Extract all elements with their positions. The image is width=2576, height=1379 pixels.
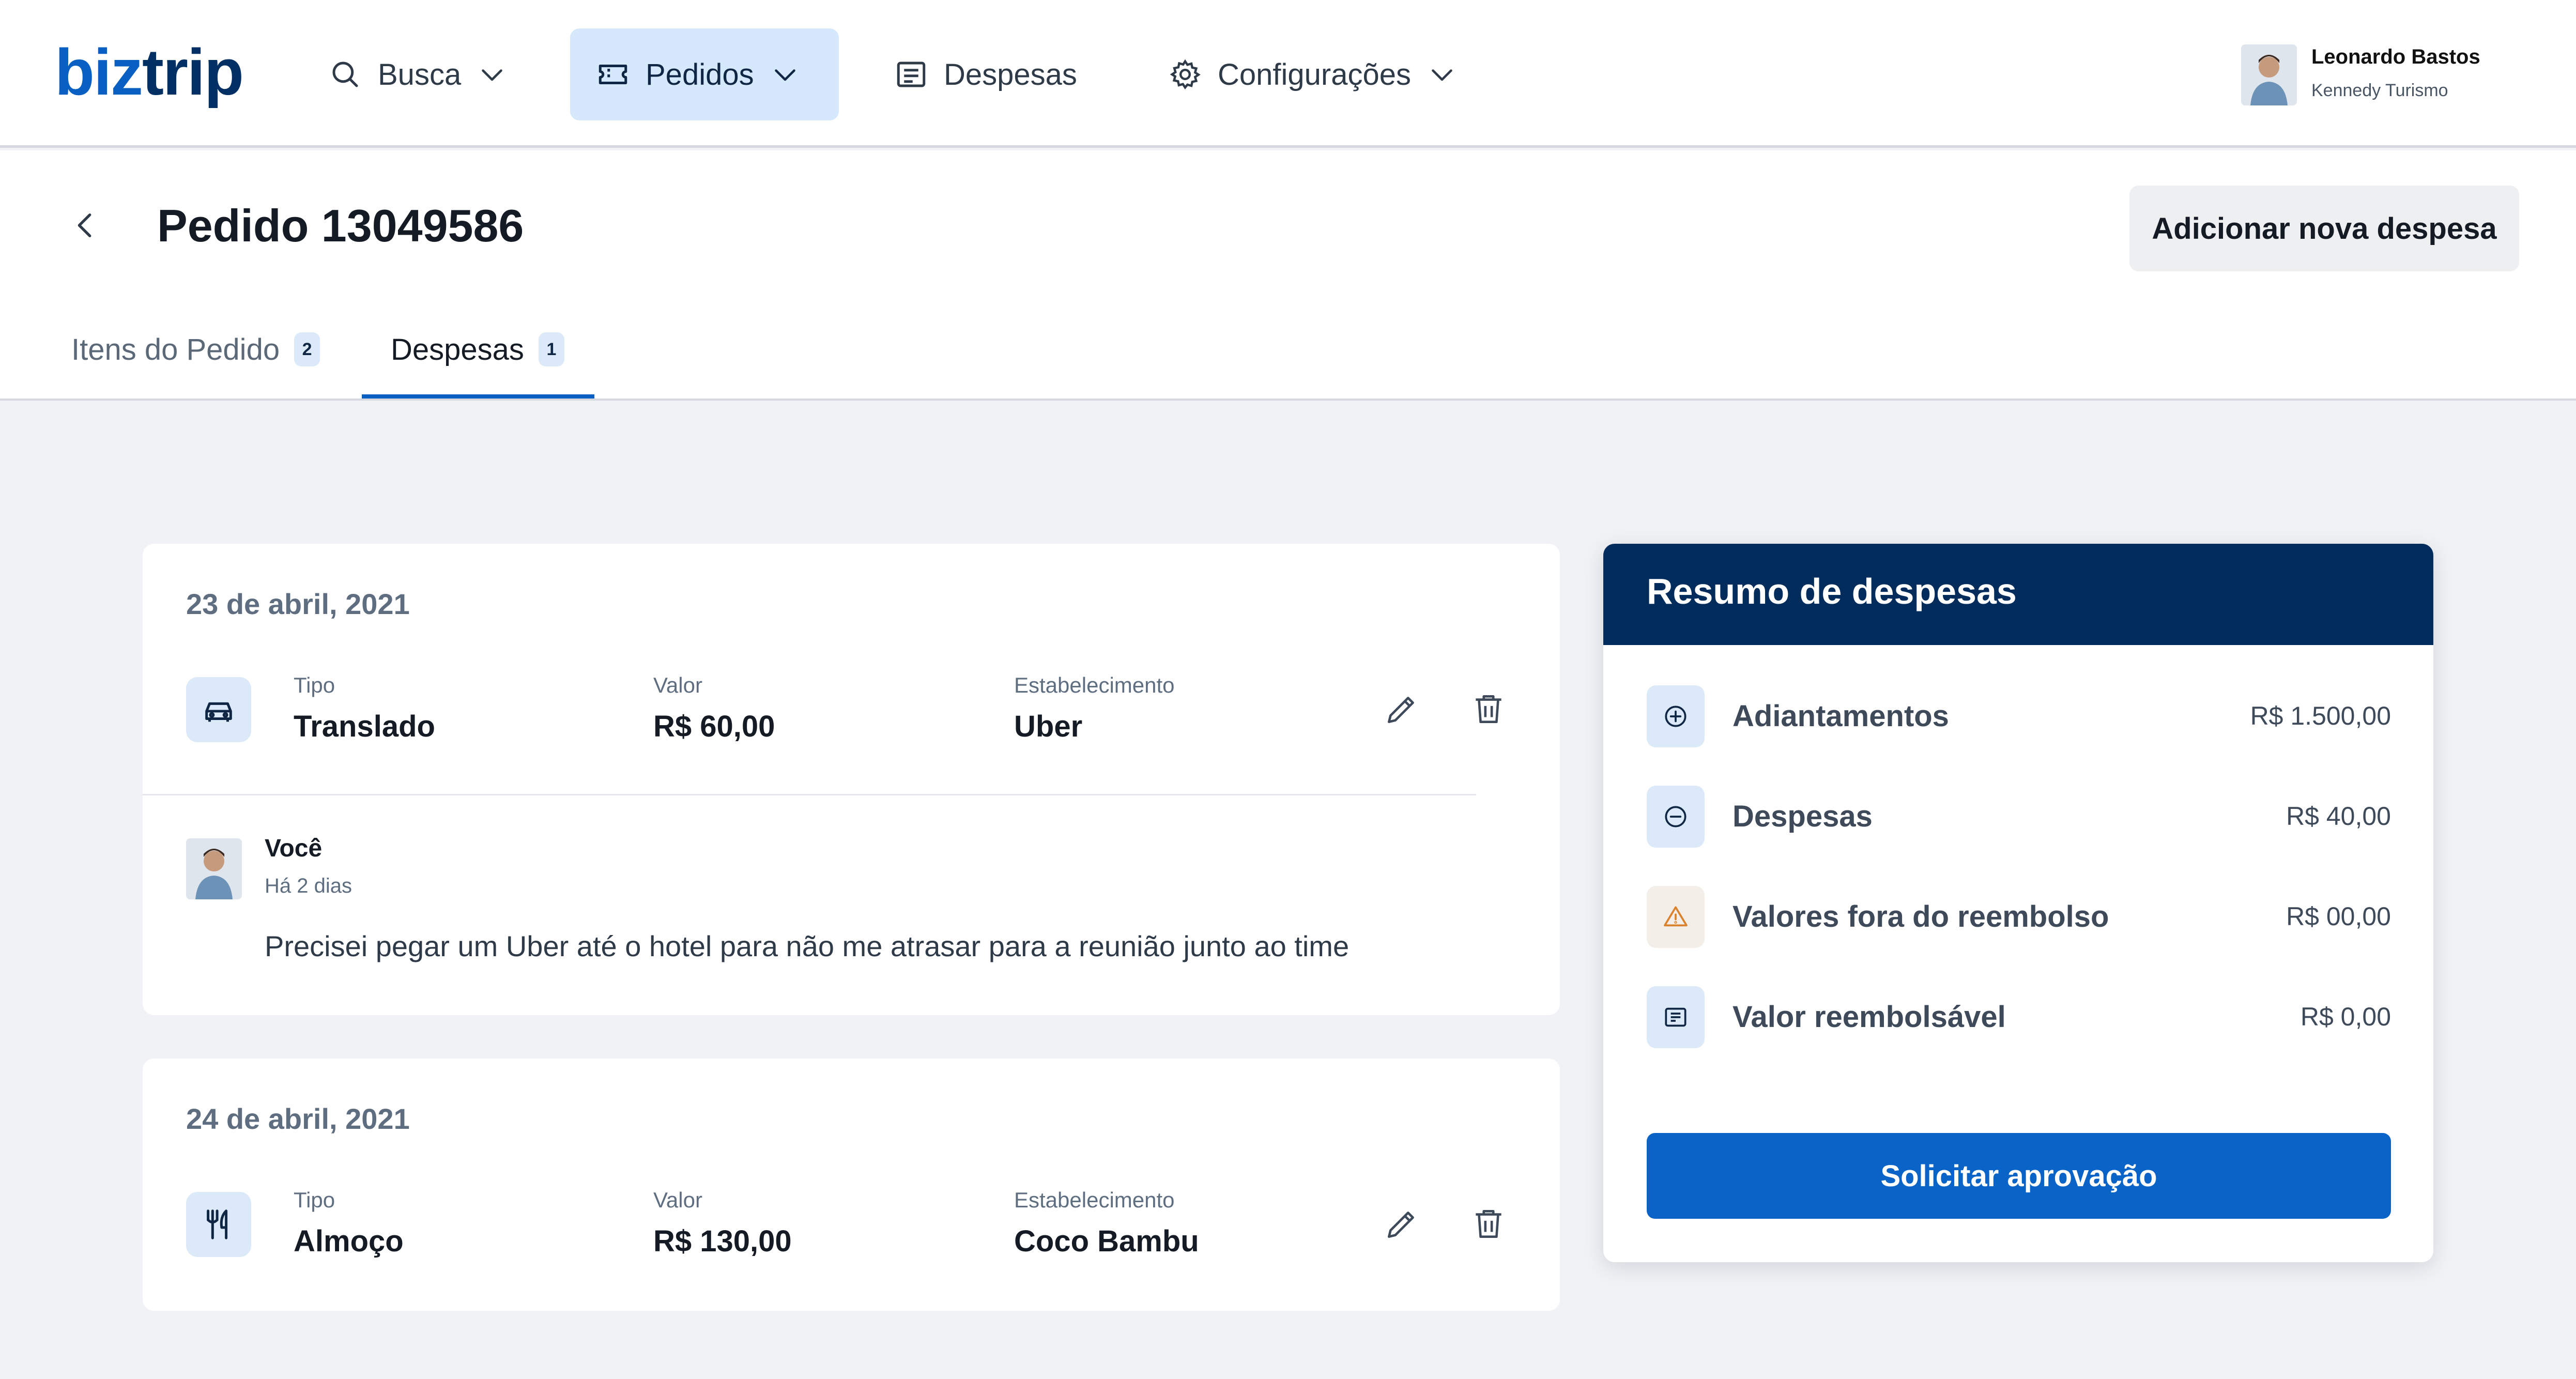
summary-value: R$ 1.500,00 — [2250, 701, 2391, 730]
summary-value: R$ 40,00 — [2286, 802, 2391, 831]
nav-configuracoes[interactable]: Configurações — [1142, 28, 1483, 120]
summary-label: Despesas — [1732, 800, 1873, 833]
edit-button[interactable] — [1376, 683, 1428, 735]
summary-row-despesas: Despesas R$ 40,00 — [1647, 786, 2391, 848]
chevron-down-icon — [482, 69, 502, 81]
gear-icon — [1170, 59, 1201, 90]
avatar — [2241, 44, 2297, 105]
type-label: Tipo — [294, 673, 335, 697]
edit-button[interactable] — [1376, 1198, 1428, 1250]
value-label: Valor — [653, 673, 702, 697]
car-icon — [186, 677, 251, 742]
active-tab-indicator — [362, 394, 594, 399]
count-badge: 1 — [538, 332, 564, 366]
summary-value: R$ 0,00 — [2300, 1002, 2391, 1031]
summary-row-adiantamentos: Adiantamentos R$ 1.500,00 — [1647, 685, 2391, 747]
logo-part-2: trip — [142, 36, 244, 109]
plus-circle-icon — [1647, 685, 1705, 747]
summary-header: Resumo de despesas — [1603, 544, 2433, 645]
nav-pedidos-label: Pedidos — [646, 57, 754, 91]
summary-label: Valor reembolsável — [1732, 1000, 2006, 1034]
minus-circle-icon — [1647, 786, 1705, 848]
nav-configuracoes-label: Configurações — [1218, 57, 1411, 91]
divider — [143, 794, 1476, 795]
request-approval-button[interactable]: Solicitar aprovação — [1647, 1133, 2391, 1219]
count-badge: 2 — [294, 332, 320, 366]
search-icon — [332, 62, 358, 87]
type-value: Almoço — [294, 1224, 404, 1258]
nav-pedidos[interactable]: Pedidos — [570, 28, 839, 120]
nav-busca[interactable]: Busca — [302, 28, 533, 120]
user-name: Leonardo Bastos — [2311, 45, 2480, 68]
app-root: biztrip Busca Pedidos Despesas Configura… — [0, 0, 2576, 1379]
back-button[interactable] — [67, 207, 103, 243]
trash-icon — [1476, 1210, 1501, 1238]
logo-part-1: biz — [55, 36, 143, 109]
comment-author: Você — [265, 835, 323, 862]
utensils-icon — [186, 1192, 251, 1257]
page-header: Pedido 13049586 Adicionar nova despesa I… — [0, 150, 2576, 401]
comment-time: Há 2 dias — [265, 875, 352, 897]
delete-button[interactable] — [1463, 683, 1514, 735]
top-navigation: biztrip Busca Pedidos Despesas Configura… — [0, 0, 2576, 148]
establishment-value: Coco Bambu — [1014, 1224, 1199, 1258]
tab-label: Itens do Pedido — [71, 332, 280, 366]
warning-icon — [1647, 886, 1705, 948]
expense-date: 23 de abril, 2021 — [186, 588, 410, 620]
chevron-down-icon — [774, 69, 795, 81]
comment-text: Precisei pegar um Uber até o hotel para … — [265, 930, 1350, 962]
trash-icon — [1476, 695, 1501, 723]
receipt-icon — [897, 62, 926, 87]
nav-despesas[interactable]: Despesas — [868, 28, 1103, 120]
type-value: Translado — [294, 710, 435, 743]
chevron-left-icon — [78, 213, 91, 238]
user-menu[interactable]: Leonardo Bastos Kennedy Turismo — [2241, 44, 2551, 105]
summary-title: Resumo de despesas — [1647, 571, 2017, 611]
page-title: Pedido 13049586 — [157, 200, 524, 251]
summary-label: Valores fora do reembolso — [1732, 900, 2109, 933]
establishment-label: Estabelecimento — [1014, 673, 1175, 697]
tab-label: Despesas — [391, 332, 524, 366]
pencil-icon — [1388, 697, 1414, 723]
summary-label: Adiantamentos — [1732, 699, 1949, 733]
type-label: Tipo — [294, 1188, 335, 1212]
add-expense-button[interactable]: Adicionar nova despesa — [2129, 186, 2519, 271]
establishment-value: Uber — [1014, 710, 1083, 743]
biztrip-logo[interactable]: biztrip — [55, 31, 244, 114]
expense-date: 24 de abril, 2021 — [186, 1102, 410, 1135]
tab-despesas[interactable]: Despesas 1 — [391, 318, 564, 380]
nav-busca-label: Busca — [378, 57, 462, 91]
chevron-down-icon — [1432, 69, 1452, 81]
establishment-label: Estabelecimento — [1014, 1188, 1175, 1212]
summary-value: R$ 00,00 — [2286, 902, 2391, 931]
value-amount: R$ 130,00 — [653, 1224, 792, 1258]
expense-summary-panel: Resumo de despesas Adiantamentos R$ 1.50… — [1603, 544, 2433, 1262]
summary-row-fora-do-reembolso: Valores fora do reembolso R$ 00,00 — [1647, 886, 2391, 948]
summary-row-reembolsavel: Valor reembolsável R$ 0,00 — [1647, 986, 2391, 1048]
delete-button[interactable] — [1463, 1198, 1514, 1250]
avatar — [186, 838, 242, 899]
pencil-icon — [1388, 1212, 1414, 1238]
receipt-icon — [1647, 986, 1705, 1048]
tab-itens-do-pedido[interactable]: Itens do Pedido 2 — [71, 318, 320, 380]
value-amount: R$ 60,00 — [653, 710, 775, 743]
expense-card: 24 de abril, 2021 Tipo Almoço Valor R$ 1… — [143, 1059, 1560, 1311]
expense-card: 23 de abril, 2021 Tipo Translado Valor R… — [143, 544, 1560, 1015]
user-company: Kennedy Turismo — [2311, 81, 2448, 100]
value-label: Valor — [653, 1188, 702, 1212]
ticket-icon — [599, 65, 627, 84]
nav-despesas-label: Despesas — [944, 57, 1077, 91]
